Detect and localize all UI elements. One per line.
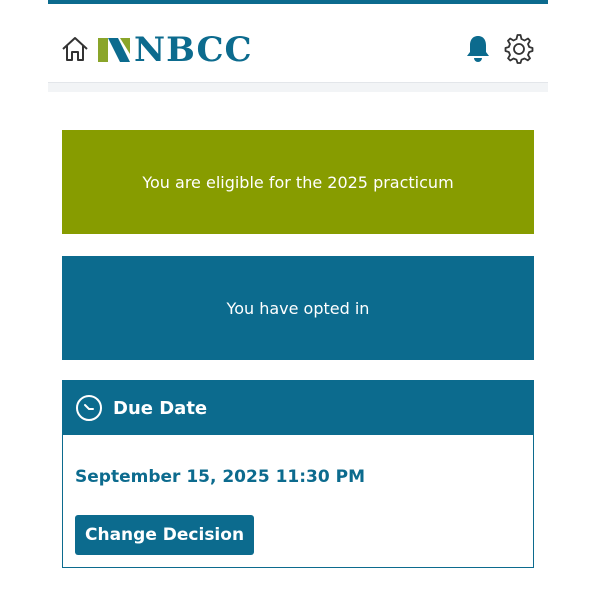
due-date-value: September 15, 2025 11:30 PM — [75, 467, 365, 487]
clock-icon — [76, 395, 102, 421]
logo-mark-icon — [98, 38, 130, 62]
eligibility-banner: You are eligible for the 2025 practicum — [62, 130, 534, 234]
header: NBCC — [48, 4, 548, 82]
app-container: NBCC You are eligible for the 2025 pract… — [48, 0, 548, 600]
due-date-header: Due Date — [63, 381, 533, 435]
change-decision-button[interactable]: Change Decision — [75, 515, 255, 555]
header-divider — [48, 82, 548, 92]
due-date-title: Due Date — [113, 397, 208, 419]
due-date-card: Due Date September 15, 2025 11:30 PM Cha… — [62, 380, 534, 568]
gear-icon[interactable] — [502, 32, 536, 66]
nbcc-logo[interactable]: NBCC — [98, 30, 253, 70]
home-icon[interactable] — [60, 34, 90, 64]
eligibility-text: You are eligible for the 2025 practicum — [142, 172, 454, 192]
optin-banner: You have opted in — [62, 256, 534, 360]
bell-icon[interactable] — [462, 32, 494, 64]
logo-text: NBCC — [134, 30, 253, 70]
optin-text: You have opted in — [226, 298, 370, 318]
